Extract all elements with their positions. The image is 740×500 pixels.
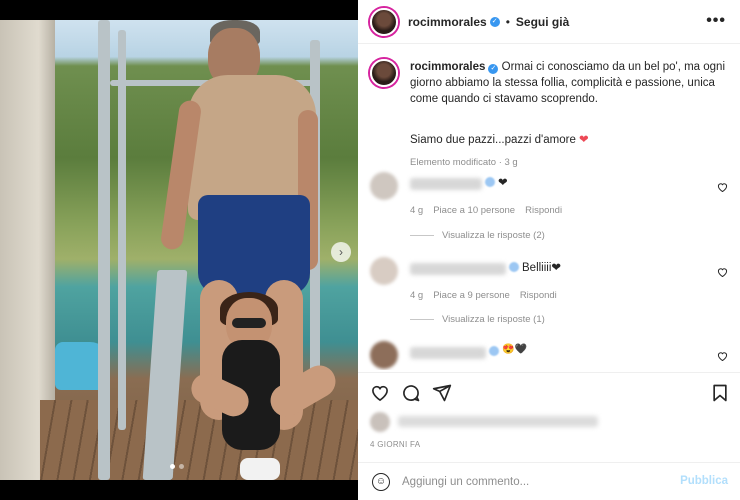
- next-photo-button[interactable]: ›: [331, 242, 351, 262]
- likes-avatar: [370, 412, 390, 432]
- carousel-indicator: [170, 464, 184, 469]
- like-comment-icon[interactable]: [717, 182, 728, 192]
- more-options-icon[interactable]: •••: [706, 12, 726, 30]
- photo-pole: [118, 30, 126, 430]
- like-comment-icon[interactable]: [717, 351, 728, 361]
- like-icon[interactable]: [370, 383, 390, 403]
- comment-likes[interactable]: Piace a 10 persone: [433, 205, 515, 216]
- reply-button[interactable]: Rispondi: [525, 205, 562, 216]
- comment-item: 😍🖤: [370, 341, 730, 370]
- view-replies-label[interactable]: Visualizza le risposte (1): [442, 314, 545, 325]
- save-icon[interactable]: [710, 383, 730, 403]
- comment-text: Belliiii❤: [522, 262, 562, 274]
- publish-button[interactable]: Pubblica: [680, 475, 728, 487]
- photo-image[interactable]: [0, 20, 358, 480]
- carousel-dot: [170, 464, 175, 469]
- replies-line: [410, 235, 434, 236]
- carousel-dot: [179, 464, 184, 469]
- following-button[interactable]: Segui già: [516, 15, 569, 29]
- post-panel: rocimmorales ✓ • Segui già ••• rocimmora…: [358, 0, 740, 500]
- caption-text: rocimmorales ✓ Ormai ci conosciamo da un …: [410, 59, 726, 107]
- comment-composer: ☺ Pubblica: [358, 462, 740, 500]
- verified-icon: [485, 177, 495, 187]
- comments-scroll[interactable]: rocimmorales ✓ Ormai ci conosciamo da un …: [358, 45, 740, 370]
- comment-avatar[interactable]: [370, 341, 398, 369]
- verified-icon: [509, 262, 519, 272]
- photo-sunglasses: [232, 318, 266, 328]
- caption-avatar[interactable]: [370, 59, 398, 87]
- caption-line2-text: Siamo due pazzi...pazzi d'amore: [410, 134, 576, 146]
- comment-input[interactable]: [402, 473, 672, 491]
- comment-avatar[interactable]: [370, 257, 398, 285]
- emoji-icon[interactable]: ☺: [372, 473, 390, 491]
- comment-avatar[interactable]: [370, 172, 398, 200]
- post-date[interactable]: 4 GIORNI FA: [370, 440, 420, 449]
- comment-text: 😍🖤: [502, 344, 527, 355]
- photo-pole: [98, 20, 110, 480]
- caption-line2: Siamo due pazzi...pazzi d'amore ❤: [410, 132, 589, 146]
- photo-deck: [40, 400, 358, 480]
- comment-item: ❤ 4 g Piace a 10 persone Rispondi Visual…: [370, 172, 730, 242]
- view-replies-button[interactable]: Visualizza le risposte (2): [410, 230, 545, 241]
- author-avatar[interactable]: [370, 7, 398, 36]
- comment-item: Belliiii❤ 4 g Piace a 9 persone Rispondi…: [370, 257, 730, 327]
- post-photo[interactable]: ›: [0, 0, 358, 500]
- comment-text: ❤: [498, 177, 508, 189]
- likes-text[interactable]: [398, 416, 598, 427]
- post-actions: [358, 372, 740, 412]
- view-replies-button[interactable]: Visualizza le risposte (1): [410, 314, 545, 325]
- author-username[interactable]: rocimmorales: [408, 15, 487, 29]
- comment-icon[interactable]: [401, 383, 421, 403]
- header-separator: •: [505, 14, 510, 29]
- comment-username[interactable]: [410, 347, 486, 359]
- comment-age: 4 g: [410, 290, 424, 301]
- verified-icon: ✓: [488, 64, 499, 74]
- photo-shoes: [240, 458, 280, 480]
- caption-edited: Elemento modificato · 3 g: [410, 157, 518, 168]
- likes-summary[interactable]: [370, 412, 728, 432]
- like-comment-icon[interactable]: [717, 267, 728, 277]
- heart-emoji: ❤: [579, 134, 589, 146]
- comment-username[interactable]: [410, 178, 482, 190]
- reply-button[interactable]: Rispondi: [520, 290, 557, 301]
- share-icon[interactable]: [432, 383, 452, 403]
- post-header: rocimmorales ✓ • Segui già •••: [358, 0, 740, 44]
- comment-meta: 4 g Piace a 10 persone Rispondi: [410, 205, 562, 216]
- replies-line: [410, 319, 434, 320]
- view-replies-label[interactable]: Visualizza le risposte (2): [442, 230, 545, 241]
- verified-icon: ✓: [489, 16, 500, 27]
- comment-username[interactable]: [410, 263, 506, 275]
- comment-likes[interactable]: Piace a 9 persone: [433, 290, 510, 301]
- caption-username[interactable]: rocimmorales: [410, 61, 485, 73]
- verified-icon: [489, 346, 499, 356]
- comment-meta: 4 g Piace a 9 persone Rispondi: [410, 290, 557, 301]
- comment-age: 4 g: [410, 205, 424, 216]
